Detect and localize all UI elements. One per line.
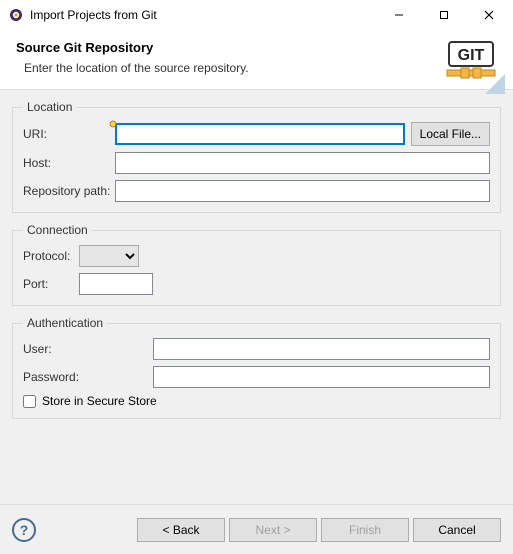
page-title: Source Git Repository <box>16 40 497 55</box>
password-label: Password: <box>23 370 153 384</box>
close-button[interactable] <box>466 1 511 30</box>
app-icon <box>8 7 24 23</box>
local-file-button[interactable]: Local File... <box>411 122 490 146</box>
port-label: Port: <box>23 277 79 291</box>
uri-input[interactable] <box>115 123 405 145</box>
svg-text:GIT: GIT <box>458 47 485 64</box>
port-input[interactable] <box>79 273 153 295</box>
host-input[interactable] <box>115 152 490 174</box>
location-legend: Location <box>23 100 76 114</box>
finish-button[interactable]: Finish <box>321 518 409 542</box>
button-bar: ? < Back Next > Finish Cancel <box>0 504 513 554</box>
wizard-header: Source Git Repository Enter the location… <box>0 30 513 90</box>
window-title: Import Projects from Git <box>30 8 376 22</box>
repository-path-input[interactable] <box>115 180 490 202</box>
host-label: Host: <box>23 156 115 170</box>
password-input[interactable] <box>153 366 490 388</box>
protocol-label: Protocol: <box>23 249 79 263</box>
back-button[interactable]: < Back <box>137 518 225 542</box>
help-icon[interactable]: ? <box>12 518 36 542</box>
page-subtitle: Enter the location of the source reposit… <box>24 61 497 75</box>
title-bar: Import Projects from Git <box>0 0 513 30</box>
authentication-group: Authentication User: Password: Store in … <box>12 316 501 419</box>
store-secure-checkbox[interactable] <box>23 395 36 408</box>
location-group: Location URI: Local File... Host: Reposi… <box>12 100 501 213</box>
repository-path-label: Repository path: <box>23 184 115 198</box>
store-secure-label: Store in Secure Store <box>42 394 157 408</box>
cancel-button[interactable]: Cancel <box>413 518 501 542</box>
connection-legend: Connection <box>23 223 92 237</box>
connection-group: Connection Protocol: Port: <box>12 223 501 306</box>
wizard-content: Location URI: Local File... Host: Reposi… <box>0 90 513 504</box>
warning-icon <box>109 119 119 133</box>
uri-label: URI: <box>23 127 115 141</box>
protocol-select[interactable] <box>79 245 139 267</box>
git-logo: GIT <box>443 36 505 94</box>
authentication-legend: Authentication <box>23 316 107 330</box>
next-button[interactable]: Next > <box>229 518 317 542</box>
maximize-button[interactable] <box>421 1 466 30</box>
minimize-button[interactable] <box>376 1 421 30</box>
user-label: User: <box>23 342 153 356</box>
user-input[interactable] <box>153 338 490 360</box>
